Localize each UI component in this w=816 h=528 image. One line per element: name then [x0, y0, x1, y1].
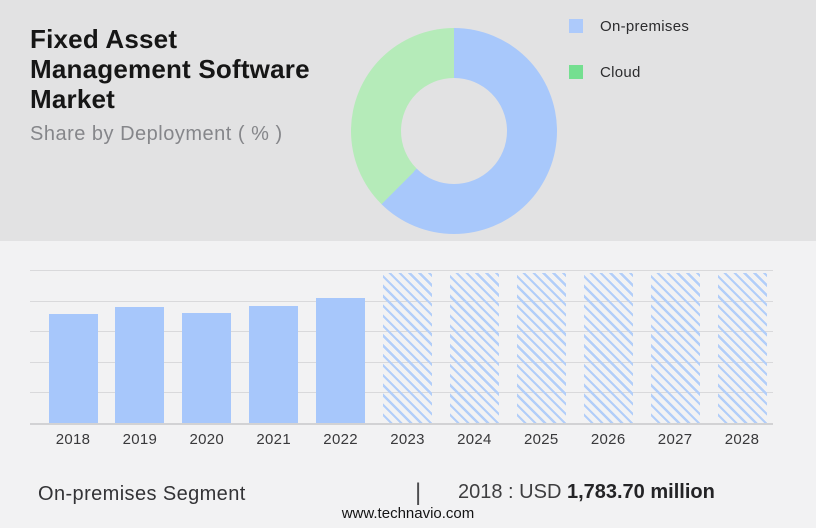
legend-swatch-cloud — [569, 65, 583, 79]
x-axis-label-2020: 2020 — [189, 431, 225, 448]
caption-value: 2018 : USD 1,783.70 million — [458, 481, 715, 504]
caption-value-prefix: 2018 : USD — [458, 481, 567, 503]
donut-legend: On-premises Cloud — [569, 12, 689, 104]
bar-2020 — [182, 313, 232, 423]
x-axis-label-2022: 2022 — [323, 431, 358, 448]
legend-label-cloud: Cloud — [600, 63, 641, 81]
top-section: Fixed Asset Management Software Market S… — [0, 0, 816, 241]
bar-2019 — [115, 306, 165, 423]
title-block: Fixed Asset Management Software Market S… — [30, 24, 345, 146]
legend-swatch-on-premises — [569, 19, 583, 33]
legend-label-on-premises: On-premises — [600, 17, 690, 35]
x-axis-label-2028: 2028 — [724, 431, 760, 448]
donut-chart-hole — [401, 78, 507, 184]
bar-plot — [30, 270, 773, 425]
caption-divider: | — [415, 479, 422, 506]
footer-url: www.technavio.com — [341, 505, 475, 522]
x-axis-label-2025: 2025 — [524, 431, 559, 448]
forecast-bar-2026 — [583, 272, 633, 423]
legend-item-on-premises: On-premises — [569, 12, 689, 40]
caption-value-amount: 1,783.70 million — [566, 481, 715, 503]
forecast-bar-2024 — [449, 272, 499, 423]
caption-row: On-premises Segment | 2018 : USD 1,783.7… — [0, 479, 816, 507]
bottom-section: 2018 2019 2020 2021 2022 2023 2024 2025 2026 2027… — [0, 241, 816, 528]
page-subtitle: Share by Deployment ( % ) — [30, 123, 283, 145]
x-axis-label-2018: 2018 — [55, 431, 91, 448]
x-axis-label-2024: 2024 — [457, 431, 492, 448]
x-axis-label-2027: 2027 — [657, 431, 693, 448]
x-axis-label-2023: 2023 — [390, 431, 425, 448]
forecast-bar-2023 — [383, 272, 432, 423]
x-axis-label-2021: 2021 — [256, 431, 291, 448]
forecast-bar-2025 — [516, 272, 566, 423]
bar-2018 — [48, 313, 98, 423]
x-axis-label-2026: 2026 — [590, 431, 626, 448]
segment-label: On-premises Segment — [38, 483, 246, 505]
bar-2021 — [249, 306, 299, 423]
bar-2022 — [316, 298, 366, 423]
forecast-bar-2028 — [717, 272, 767, 423]
forecast-bar-2027 — [650, 272, 700, 423]
x-axis-label-2019: 2019 — [122, 431, 158, 448]
legend-item-cloud: Cloud — [569, 58, 689, 86]
gridline-2500 — [30, 270, 773, 271]
donut-chart — [351, 28, 557, 234]
x-axis-labels: 2018 2019 2020 2021 2022 2023 2024 2025 2026 2027… — [30, 431, 773, 449]
page-title: Fixed Asset Management Software Market — [30, 24, 310, 114]
